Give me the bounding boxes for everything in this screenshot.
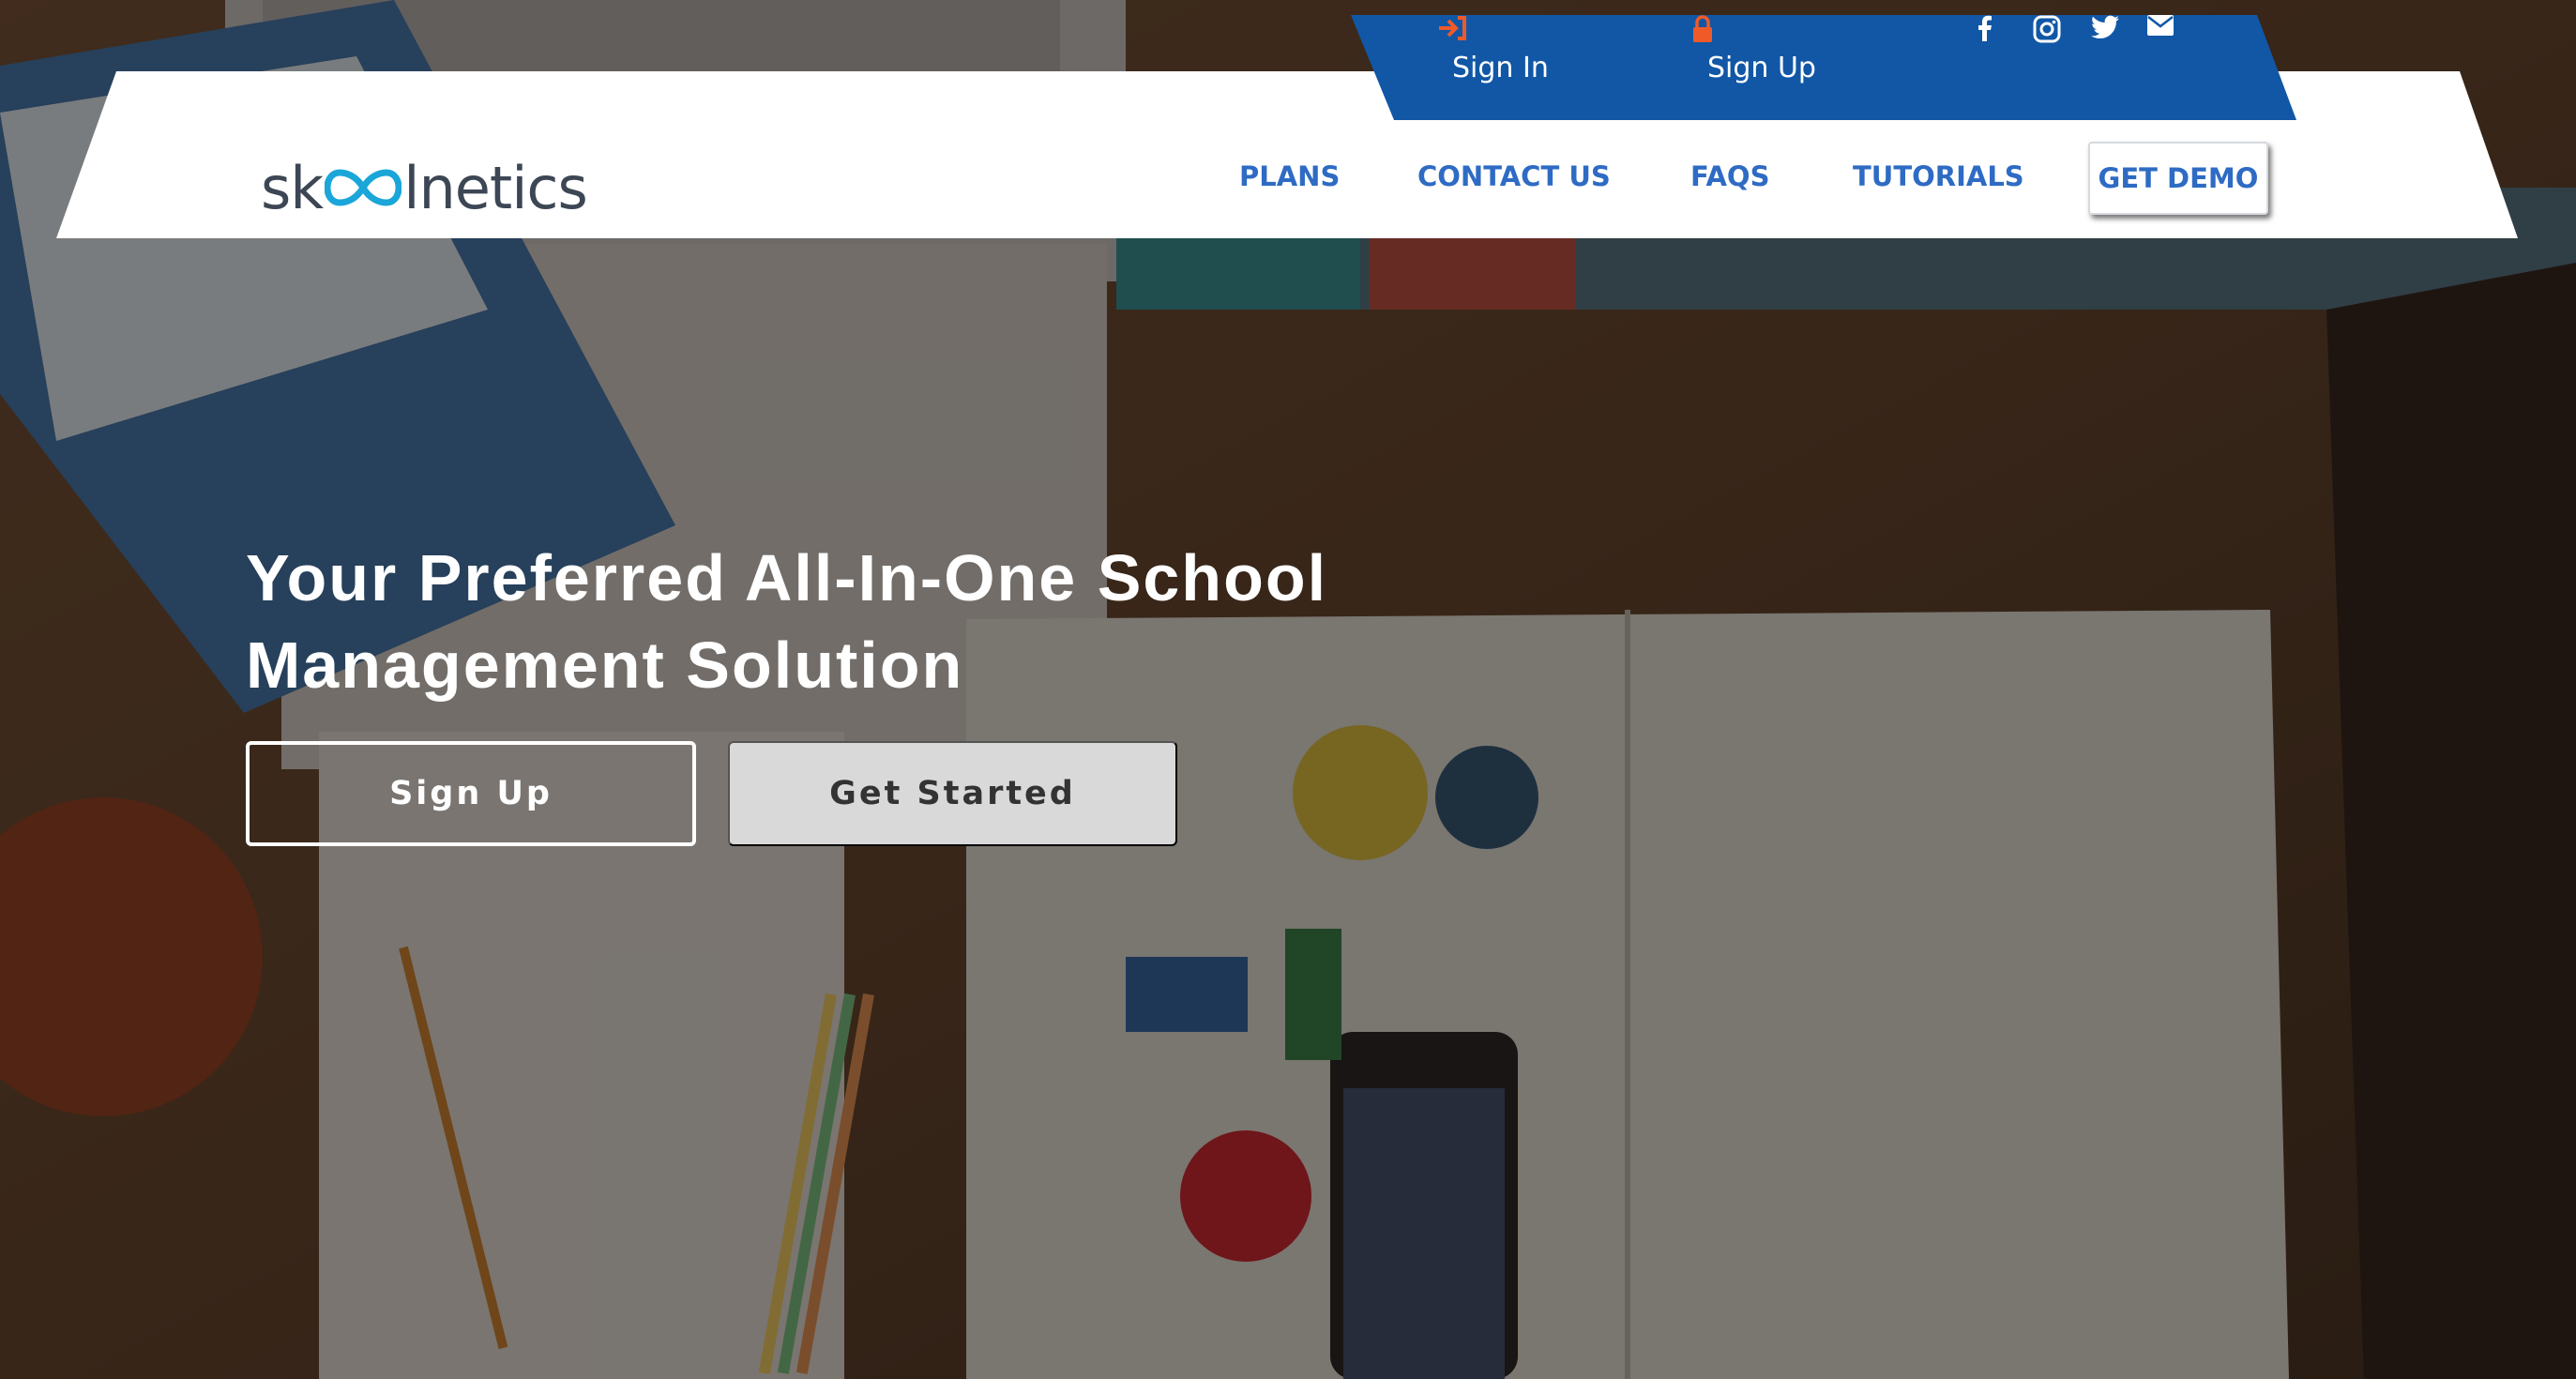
mail-icon[interactable] bbox=[2147, 15, 2185, 120]
hero-sign-up-button[interactable]: Sign Up bbox=[246, 741, 696, 846]
logo-text-start: sk bbox=[261, 153, 324, 222]
sign-in-label: Sign In bbox=[1452, 51, 1549, 84]
instagram-icon[interactable] bbox=[2033, 15, 2070, 120]
nav-faqs[interactable]: FAQS bbox=[1690, 150, 1769, 203]
get-started-button[interactable]: Get Started bbox=[728, 741, 1177, 846]
sign-up-label: Sign Up bbox=[1707, 51, 1816, 84]
topbar: Sign In Sign Up bbox=[1351, 15, 2298, 120]
nav-contact-us[interactable]: CONTACT US bbox=[1417, 150, 1611, 203]
sign-up-link[interactable]: Sign Up bbox=[1692, 15, 1816, 120]
hero-title-line-2: Management Solution bbox=[246, 629, 964, 702]
nav-tutorials[interactable]: TUTORIALS bbox=[1853, 150, 2024, 203]
get-demo-button[interactable]: GET DEMO bbox=[2088, 142, 2268, 215]
infinity-logo-icon bbox=[325, 169, 402, 206]
facebook-icon[interactable] bbox=[1977, 15, 2015, 120]
hero-title-line-1: Your Preferred All-In-One School bbox=[246, 541, 1328, 614]
hero-title: Your Preferred All-In-One School Managem… bbox=[246, 535, 1512, 709]
sign-in-link[interactable]: Sign In bbox=[1437, 15, 1549, 120]
twitter-icon[interactable] bbox=[2091, 15, 2129, 120]
skoolnetics-logo[interactable]: sk lnetics bbox=[261, 150, 588, 225]
logo-text-end: lnetics bbox=[403, 153, 588, 222]
nav-plans[interactable]: PLANS bbox=[1239, 150, 1340, 203]
